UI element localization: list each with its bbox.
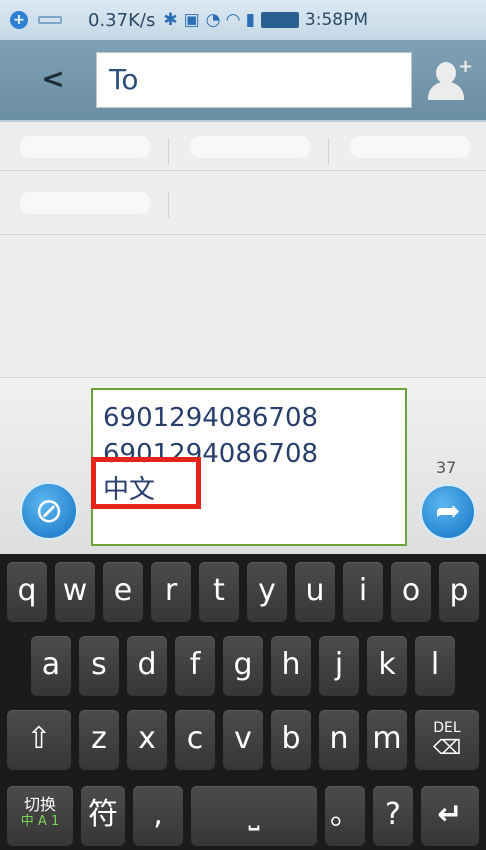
key-e[interactable]: e	[103, 562, 143, 622]
key-k[interactable]: k	[367, 636, 407, 696]
key-x[interactable]: x	[127, 710, 167, 770]
sync-icon: ◔	[205, 10, 221, 30]
switch-label-bottom: 中 A 1	[20, 814, 60, 829]
compose-header: < To +	[0, 40, 486, 122]
add-contact-icon[interactable]: +	[428, 56, 474, 100]
paperclip-icon[interactable]: ⊘	[20, 482, 78, 540]
keyboard-icon	[38, 16, 62, 24]
plus-circle-icon: +	[10, 11, 28, 29]
switch-label-top: 切换	[23, 795, 56, 814]
key-i[interactable]: i	[343, 562, 383, 622]
divider	[0, 170, 486, 171]
key-m[interactable]: m	[367, 710, 407, 770]
key-n[interactable]: n	[319, 710, 359, 770]
signal-icon: ▮	[245, 10, 255, 30]
blurred-text	[350, 136, 470, 158]
compose-bar: ⊘ 6901294086708 6901294086708 中文 37 ➦	[0, 378, 486, 554]
conversation-area	[0, 122, 486, 378]
key-w[interactable]: w	[55, 562, 95, 622]
key-p[interactable]: p	[439, 562, 479, 622]
highlight-box	[91, 457, 201, 509]
soft-keyboard: q w e r t y u i o p a s d f g h j k l ⇧ …	[0, 554, 486, 850]
key-o[interactable]: o	[391, 562, 431, 622]
message-line: 6901294086708	[103, 403, 319, 433]
question-key[interactable]: ?	[373, 786, 413, 846]
switch-language-key[interactable]: 切换 中 A 1	[7, 786, 73, 846]
key-g[interactable]: g	[223, 636, 263, 696]
back-button[interactable]: <	[38, 62, 68, 96]
key-v[interactable]: v	[223, 710, 263, 770]
key-l[interactable]: l	[415, 636, 455, 696]
status-bar: + 0.37K/s ✱ ▣ ◔ ◠ ▮ 3:58PM	[0, 0, 486, 40]
divider	[168, 192, 169, 218]
space-key[interactable]: ⎵	[191, 786, 317, 846]
key-j[interactable]: j	[319, 636, 359, 696]
blurred-text	[20, 136, 150, 158]
key-d[interactable]: d	[127, 636, 167, 696]
key-a[interactable]: a	[31, 636, 71, 696]
divider	[0, 234, 486, 235]
recipient-input[interactable]: To	[96, 52, 412, 108]
delete-key[interactable]: DEL ⌫	[415, 710, 479, 770]
key-b[interactable]: b	[271, 710, 311, 770]
key-s[interactable]: s	[79, 636, 119, 696]
blurred-text	[190, 136, 310, 158]
bluetooth-icon: ✱	[163, 10, 178, 30]
key-h[interactable]: h	[271, 636, 311, 696]
wifi-icon: ◠	[226, 10, 240, 30]
period-key[interactable]: 。	[325, 786, 365, 846]
comma-key[interactable]: ,	[133, 786, 183, 846]
key-r[interactable]: r	[151, 562, 191, 622]
key-c[interactable]: c	[175, 710, 215, 770]
key-f[interactable]: f	[175, 636, 215, 696]
key-y[interactable]: y	[247, 562, 287, 622]
enter-key[interactable]: ↵	[421, 786, 479, 846]
key-q[interactable]: q	[7, 562, 47, 622]
key-u[interactable]: u	[295, 562, 335, 622]
symbol-key[interactable]: 符	[81, 786, 125, 846]
shift-key[interactable]: ⇧	[7, 710, 71, 770]
key-z[interactable]: z	[79, 710, 119, 770]
delete-label: DEL	[433, 720, 461, 736]
vibrate-icon: ▣	[183, 10, 200, 30]
clock: 3:58PM	[304, 10, 369, 30]
send-icon[interactable]: ➦	[420, 484, 476, 540]
network-speed: 0.37K/s	[88, 9, 156, 31]
backspace-icon: ⌫	[432, 735, 462, 759]
blurred-text	[20, 192, 150, 214]
battery-icon	[260, 12, 299, 28]
divider	[328, 138, 329, 164]
divider	[168, 138, 169, 164]
key-t[interactable]: t	[199, 562, 239, 622]
char-counter: 37	[436, 458, 457, 477]
